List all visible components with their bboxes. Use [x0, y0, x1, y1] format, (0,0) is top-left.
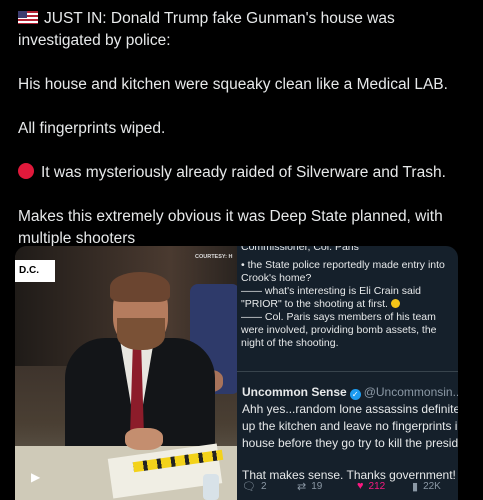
location-label: D.C.: [15, 260, 55, 282]
media-attachment[interactable]: D.C. COURTESY: H ▶ Commissioner, Col. Pa…: [15, 246, 458, 500]
post-line-3: All fingerprints wiped.: [18, 120, 166, 137]
water-bottle: [203, 474, 219, 500]
post-line-1: JUST IN: Donald Trump fake Gunman's hous…: [18, 10, 395, 49]
reply-header: Uncommon Sense✓@Uncommonsin... · 1: [242, 385, 458, 400]
like-button[interactable]: ♥ 212: [357, 480, 385, 492]
quoted-header: Commissioner, Col. Paris: [241, 246, 359, 253]
red-circle-icon: [18, 163, 34, 179]
courtesy-label: COURTESY: H: [195, 254, 233, 260]
reply-text: Ahh yes...random lone assassins definite…: [242, 401, 458, 484]
quoted-text: Commissioner, Col. Paris • the State pol…: [241, 246, 456, 350]
heart-icon: ♥: [357, 480, 364, 492]
reply-line-1: Ahh yes...random lone assassins definite…: [242, 402, 458, 416]
reply-author-handle: @Uncommonsin... · 1: [363, 385, 458, 399]
reply-line-3: house before they go try to kill the pre…: [242, 436, 458, 450]
post-line-4: It was mysteriously already raided of Si…: [18, 162, 463, 184]
thinking-emoji-icon: [390, 299, 400, 308]
comment-icon: 🗨: [242, 481, 256, 493]
repost-button[interactable]: ⇄ 19: [297, 480, 322, 493]
quoted-bullet-2: —— what's interesting is Eli Crain said …: [241, 285, 421, 310]
quoted-tweet-image: Commissioner, Col. Paris • the State pol…: [237, 246, 458, 500]
us-flag-icon: [18, 11, 38, 24]
verified-badge-icon: ✓: [349, 389, 361, 400]
post-line-5: Makes this extremely obvious it was Deep…: [18, 208, 443, 247]
reply-button[interactable]: 🗨 2: [242, 480, 267, 493]
repost-icon: ⇄: [297, 481, 307, 493]
reply-author-name: Uncommon Sense: [242, 385, 347, 399]
quoted-bullet-3: —— Col. Paris says members of his team w…: [241, 311, 437, 349]
play-icon[interactable]: ▶: [31, 470, 40, 484]
post-text: JUST IN: Donald Trump fake Gunman's hous…: [18, 8, 463, 250]
post-line-2: His house and kitchen were squeaky clean…: [18, 76, 448, 93]
video-player[interactable]: D.C. COURTESY: H ▶: [15, 246, 240, 500]
reply-line-2: up the kitchen and leave no fingerprints…: [242, 419, 458, 433]
views-chart-icon: ▮: [412, 481, 419, 493]
divider: [237, 371, 458, 372]
views-button[interactable]: ▮ 22K: [412, 480, 441, 493]
hand: [125, 428, 163, 450]
quoted-bullet-1: • the State police reportedly made entry…: [241, 259, 445, 284]
